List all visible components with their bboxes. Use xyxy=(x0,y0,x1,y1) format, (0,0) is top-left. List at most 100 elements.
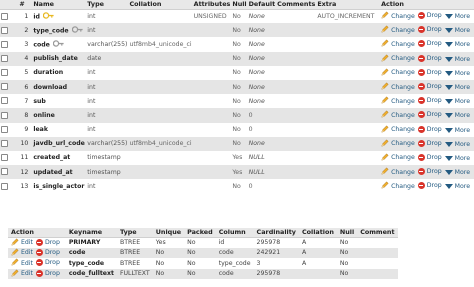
row-checkbox[interactable] xyxy=(1,54,8,62)
row-select-cell xyxy=(0,179,12,194)
column-collation xyxy=(128,108,193,123)
column-null: No xyxy=(231,122,248,137)
change-button[interactable]: Change xyxy=(381,181,415,191)
col-header-comments[interactable]: Comments xyxy=(276,0,317,10)
index-packed: No xyxy=(184,268,216,279)
row-checkbox[interactable] xyxy=(1,182,8,190)
change-button[interactable]: Change xyxy=(381,167,415,177)
col-header-null[interactable]: Null xyxy=(231,0,248,10)
column-name: javdb_url_code xyxy=(33,140,85,148)
column-type: timestamp xyxy=(86,165,129,180)
drop-icon xyxy=(35,259,43,267)
column-attributes xyxy=(192,94,232,109)
drop-index-button[interactable]: Drop xyxy=(35,269,60,277)
row-checkbox[interactable] xyxy=(1,69,8,77)
pencil-icon xyxy=(381,82,389,92)
edit-index-button[interactable]: Edit xyxy=(11,258,33,268)
more-button[interactable]: More xyxy=(444,98,470,105)
more-button[interactable]: More xyxy=(444,155,470,162)
row-checkbox[interactable] xyxy=(1,83,8,91)
column-attributes xyxy=(192,79,232,95)
row-checkbox[interactable] xyxy=(1,140,8,148)
change-button[interactable]: Change xyxy=(381,110,415,120)
change-button[interactable]: Change xyxy=(381,68,415,78)
edit-index-button[interactable]: Edit xyxy=(11,248,33,258)
col-header-attributes[interactable]: Attributes xyxy=(192,0,232,10)
more-button[interactable]: More xyxy=(444,27,470,35)
more-button[interactable]: More xyxy=(444,112,470,119)
more-button[interactable]: More xyxy=(444,183,470,190)
change-button[interactable]: Change xyxy=(381,153,415,163)
index-null: No xyxy=(336,268,358,279)
more-button[interactable]: More xyxy=(444,84,470,91)
drop-button[interactable]: Drop xyxy=(417,68,442,76)
edit-index-button[interactable]: Edit xyxy=(11,237,33,248)
pencil-icon xyxy=(381,110,389,120)
col-header-default[interactable]: Default xyxy=(247,0,277,10)
col-header-name[interactable]: Name xyxy=(32,0,87,10)
drop-button[interactable]: Drop xyxy=(417,125,442,133)
row-checkbox[interactable] xyxy=(1,168,8,176)
change-button[interactable]: Change xyxy=(381,25,415,35)
row-checkbox[interactable] xyxy=(1,97,8,105)
drop-button[interactable]: Drop xyxy=(417,168,442,176)
drop-index-button[interactable]: Drop xyxy=(35,248,60,256)
column-attributes xyxy=(192,23,232,38)
column-name-cell: is_single_actor xyxy=(32,179,87,194)
more-button[interactable]: More xyxy=(444,56,470,63)
drop-index-button[interactable]: Drop xyxy=(35,238,60,246)
row-checkbox[interactable] xyxy=(1,40,8,48)
drop-button[interactable]: Drop xyxy=(417,111,442,119)
more-button[interactable]: More xyxy=(444,13,470,20)
drop-index-button[interactable]: Drop xyxy=(35,259,60,267)
drop-button[interactable]: Drop xyxy=(417,97,442,105)
column-null: No xyxy=(231,136,248,151)
change-button[interactable]: Change xyxy=(381,96,415,106)
drop-button[interactable]: Drop xyxy=(417,54,442,62)
row-checkbox[interactable] xyxy=(1,154,8,162)
change-label: Change xyxy=(391,126,415,134)
change-button[interactable]: Change xyxy=(381,125,415,135)
row-checkbox[interactable] xyxy=(1,125,8,133)
pencil-icon xyxy=(381,181,389,191)
drop-button[interactable]: Drop xyxy=(417,139,442,147)
edit-index-button[interactable]: Edit xyxy=(11,269,33,279)
column-row: 8 online int No 0 Change Drop More xyxy=(0,108,474,123)
column-null: No xyxy=(231,79,248,95)
column-number: 2 xyxy=(11,23,33,38)
more-button[interactable]: More xyxy=(444,169,470,176)
drop-button[interactable]: Drop xyxy=(417,26,442,34)
more-button[interactable]: More xyxy=(444,70,470,77)
drop-button[interactable]: Drop xyxy=(417,40,442,48)
drop-button[interactable]: Drop xyxy=(417,153,442,161)
column-type: varchar(255) xyxy=(86,136,129,151)
index-column: type_code xyxy=(215,258,254,269)
column-number: 11 xyxy=(11,150,33,166)
column-comments xyxy=(276,150,317,166)
more-button[interactable]: More xyxy=(444,141,470,148)
col-header-extra[interactable]: Extra xyxy=(316,0,381,10)
row-checkbox[interactable] xyxy=(1,111,8,119)
col-header-type[interactable]: Type xyxy=(86,0,129,10)
more-button[interactable]: More xyxy=(444,41,470,48)
more-label: More xyxy=(454,27,470,35)
drop-button[interactable]: Drop xyxy=(417,83,442,91)
row-checkbox[interactable] xyxy=(1,26,8,34)
indexes-table: Action Keyname Type Unique Packed Column… xyxy=(8,228,398,279)
select-all-header xyxy=(0,0,12,10)
column-comments xyxy=(276,9,317,24)
change-button[interactable]: Change xyxy=(381,54,415,64)
column-default: None xyxy=(247,51,277,66)
col-header-collation[interactable]: Collation xyxy=(128,0,193,10)
row-checkbox[interactable] xyxy=(1,12,8,20)
drop-button[interactable]: Drop xyxy=(417,12,442,20)
change-button[interactable]: Change xyxy=(381,11,415,21)
change-button[interactable]: Change xyxy=(381,139,415,149)
more-button[interactable]: More xyxy=(444,127,470,134)
change-button[interactable]: Change xyxy=(381,82,415,92)
column-attributes xyxy=(192,150,232,166)
drop-icon xyxy=(417,68,425,76)
drop-button[interactable]: Drop xyxy=(417,182,442,190)
change-button[interactable]: Change xyxy=(381,39,415,49)
column-collation xyxy=(128,65,193,80)
